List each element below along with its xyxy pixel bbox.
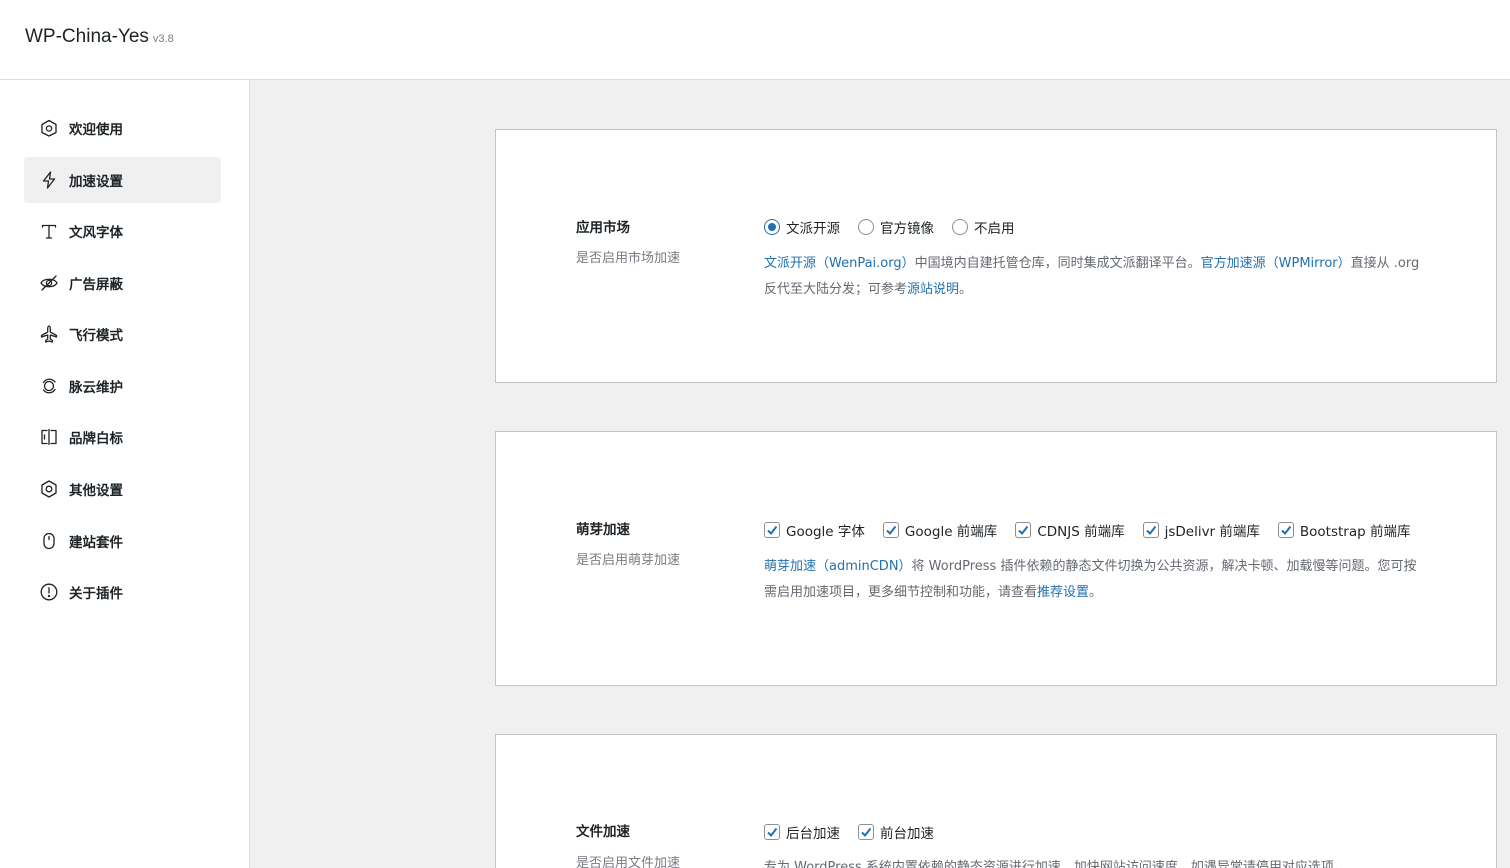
sidebar-item-label: 脉云维护 xyxy=(69,380,123,396)
cloud-refresh-icon xyxy=(38,375,60,397)
checkbox-checked[interactable] xyxy=(764,824,780,840)
field-description: 文派开源（WenPai.org）中国境内自建托管仓库，同时集成文派翻译平台。官方… xyxy=(764,251,1424,303)
sidebar-item-label: 欢迎使用 xyxy=(69,122,123,138)
checkbox-cdnjs[interactable]: CDNJS 前端库 xyxy=(1015,520,1125,540)
sidebar-item-acceleration[interactable]: 加速设置 xyxy=(24,157,221,203)
sidebar-item-about[interactable]: 关于插件 xyxy=(24,569,221,615)
radio-option-wenpai[interactable]: 文派开源 xyxy=(764,217,840,237)
mouse-icon xyxy=(38,530,60,552)
wpmirror-link[interactable]: 官方加速源（WPMirror） xyxy=(1201,256,1351,271)
checkbox-admin-acceleration[interactable]: 后台加速 xyxy=(764,822,840,842)
sidebar: 欢迎使用 加速设置 文风字体 广告屏蔽 飞行模式 脉云维护 品牌白标 其他设置 … xyxy=(0,80,250,868)
app-name: WP-China-Yes xyxy=(25,26,149,47)
field-title: 文件加速 xyxy=(576,824,630,840)
sidebar-item-branding[interactable]: 品牌白标 xyxy=(24,414,221,460)
checkbox-label: jsDelivr 前端库 xyxy=(1164,524,1260,540)
sidebar-item-site-kit[interactable]: 建站套件 xyxy=(24,518,221,564)
field-title: 应用市场 xyxy=(576,220,630,236)
settings-icon xyxy=(38,478,60,500)
desc-text: 中国境内自建托管仓库，同时集成文派翻译平台。 xyxy=(914,256,1201,271)
radio-label: 官方镜像 xyxy=(880,221,934,237)
radio-label: 不启用 xyxy=(974,221,1015,237)
field-description: 专为 WordPress 系统内置依赖的静态资源进行加速，加快网站访问速度，如遇… xyxy=(764,860,1347,868)
field-description: 萌芽加速（adminCDN）将 WordPress 插件依赖的静态文件切换为公共… xyxy=(764,554,1424,606)
sidebar-item-label: 飞行模式 xyxy=(69,328,123,344)
checkbox-label: CDNJS 前端库 xyxy=(1037,524,1125,540)
sidebar-item-fonts[interactable]: 文风字体 xyxy=(24,208,221,254)
sidebar-item-label: 其他设置 xyxy=(69,483,123,499)
file-acceleration-card: 文件加速 是否启用文件加速 后台加速 前台加速 专为 WordPress 系统内… xyxy=(495,734,1497,868)
sidebar-item-label: 关于插件 xyxy=(69,586,123,602)
desc-text: 。 xyxy=(1089,585,1103,600)
checkbox-checked[interactable] xyxy=(858,824,874,840)
radio-selected[interactable] xyxy=(764,219,780,235)
field-subtitle: 是否启用市场加速 xyxy=(576,251,681,266)
checkbox-checked[interactable] xyxy=(1277,522,1294,538)
home-icon xyxy=(38,117,60,139)
checkbox-label: Google 前端库 xyxy=(904,524,998,540)
app-title: WP-China-Yes v3.8 xyxy=(25,26,174,48)
sidebar-item-label: 广告屏蔽 xyxy=(69,277,123,293)
sidebar-item-label: 加速设置 xyxy=(69,174,123,190)
checkbox-jsdelivr[interactable]: jsDelivr 前端库 xyxy=(1142,520,1260,540)
app-version: v3.8 xyxy=(152,33,174,45)
field-subtitle: 是否启用文件加速 xyxy=(576,856,681,868)
wenpai-link[interactable]: 文派开源（WenPai.org） xyxy=(764,256,915,271)
sidebar-item-flight-mode[interactable]: 飞行模式 xyxy=(24,311,221,357)
admincdn-link[interactable]: 萌芽加速（adminCDN） xyxy=(764,559,912,574)
font-icon xyxy=(38,220,60,242)
sidebar-item-welcome[interactable]: 欢迎使用 xyxy=(24,105,221,151)
radio-option-official-mirror[interactable]: 官方镜像 xyxy=(858,217,934,237)
sidebar-item-maintenance[interactable]: 脉云维护 xyxy=(24,363,221,409)
top-bar: WP-China-Yes v3.8 xyxy=(0,0,1510,80)
sidebar-item-label: 文风字体 xyxy=(69,225,123,241)
radio-label: 文派开源 xyxy=(786,221,840,237)
field-subtitle: 是否启用萌芽加速 xyxy=(576,553,681,568)
info-icon xyxy=(38,581,60,603)
checkbox-label: 后台加速 xyxy=(786,826,840,842)
checkbox-checked[interactable] xyxy=(1142,522,1159,538)
sidebar-item-other-settings[interactable]: 其他设置 xyxy=(24,466,221,512)
checkbox-checked[interactable] xyxy=(882,522,899,538)
files-checkbox-group: 后台加速 前台加速 xyxy=(764,822,952,842)
lightning-icon xyxy=(38,169,60,191)
sidebar-item-label: 建站套件 xyxy=(69,535,123,551)
checkbox-checked[interactable] xyxy=(1015,522,1032,538)
sidebar-item-label: 品牌白标 xyxy=(69,431,123,447)
cdn-checkbox-group: Google 字体 Google 前端库 CDNJS 前端库 jsDelivr … xyxy=(764,520,1429,540)
desc-text: 。 xyxy=(959,282,973,297)
cdn-settings-card: 萌芽加速 是否启用萌芽加速 Google 字体 Google 前端库 CDNJS… xyxy=(495,431,1497,686)
sidebar-item-adblock[interactable]: 广告屏蔽 xyxy=(24,260,221,306)
radio-unselected[interactable] xyxy=(952,219,968,235)
radio-option-disabled[interactable]: 不启用 xyxy=(952,217,1015,237)
checkbox-google-fonts[interactable]: Google 字体 xyxy=(764,520,865,540)
recommended-settings-link[interactable]: 推荐设置 xyxy=(1037,585,1089,600)
field-title: 萌芽加速 xyxy=(576,522,630,538)
eye-off-icon xyxy=(38,272,60,294)
airplane-icon xyxy=(38,323,60,345)
brand-icon xyxy=(38,426,60,448)
source-info-link[interactable]: 源站说明 xyxy=(907,282,959,297)
market-radio-group: 文派开源 官方镜像 不启用 xyxy=(764,217,1033,237)
checkbox-label: Google 字体 xyxy=(786,524,865,540)
checkbox-google-libs[interactable]: Google 前端库 xyxy=(882,520,998,540)
market-settings-card: 应用市场 是否启用市场加速 文派开源 官方镜像 不启用 文派开源（WenPai.… xyxy=(495,129,1497,383)
checkbox-frontend-acceleration[interactable]: 前台加速 xyxy=(858,822,934,842)
checkbox-bootstrap[interactable]: Bootstrap 前端库 xyxy=(1277,520,1411,540)
checkbox-checked[interactable] xyxy=(764,522,780,538)
checkbox-label: 前台加速 xyxy=(880,826,934,842)
checkbox-label: Bootstrap 前端库 xyxy=(1299,524,1411,540)
radio-unselected[interactable] xyxy=(858,219,874,235)
